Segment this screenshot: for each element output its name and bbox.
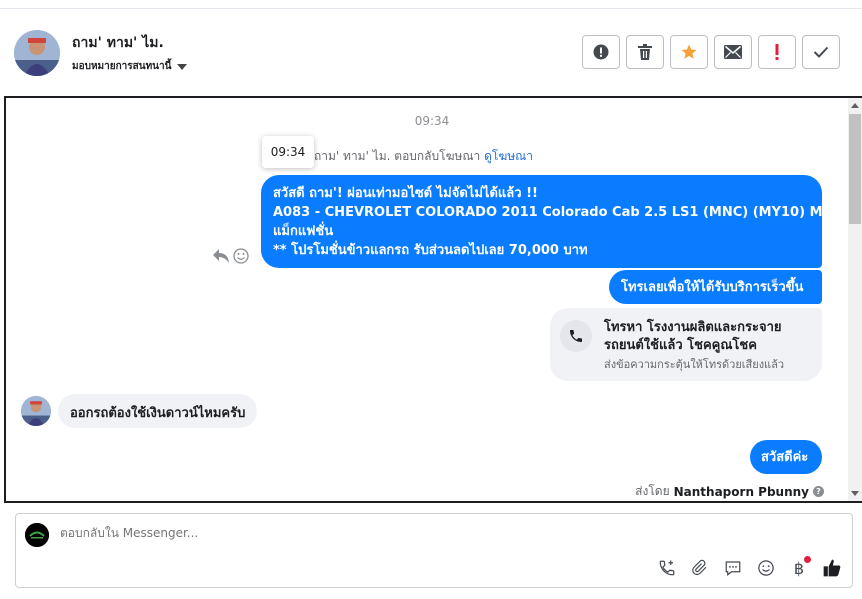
notification-dot bbox=[804, 556, 811, 563]
trash-icon bbox=[638, 44, 652, 60]
outgoing-reply-message[interactable]: สวัสดีค่ะ bbox=[750, 440, 822, 474]
smiley-icon bbox=[758, 560, 774, 576]
scroll-up-arrow-icon[interactable] bbox=[851, 103, 859, 108]
page-logo-icon bbox=[25, 523, 49, 547]
check-icon bbox=[813, 46, 829, 58]
spam-icon bbox=[593, 44, 609, 60]
payment-button[interactable]: ฿ bbox=[787, 556, 811, 580]
thumbs-up-icon bbox=[823, 559, 841, 577]
assign-label: มอบหมายการสนทนานี้ bbox=[72, 61, 172, 72]
time-separator: 09:34 bbox=[414, 114, 450, 128]
attach-button[interactable] bbox=[688, 556, 712, 580]
incoming-message[interactable]: ออกรถต้องใช้เงินดาวน์ไหมครับ bbox=[58, 394, 258, 428]
call-prompt-card[interactable]: โทรหา โรงงานผลิตและกระจายรถยนต์ใช้แล้ว โ… bbox=[550, 308, 822, 381]
help-icon[interactable]: ? bbox=[813, 486, 824, 497]
contact-avatar[interactable] bbox=[14, 30, 60, 76]
contact-name[interactable]: ถาม' ทาม' ไม. bbox=[72, 32, 164, 54]
ad-reply-note: ถาม' ทาม' ไม. ตอบกลับโฆษณา ดูโฆษณา bbox=[314, 147, 533, 166]
conversation-header: ถาม' ทาม' ไม. มอบหมายการสนทนานี้ bbox=[0, 9, 862, 95]
baht-icon: ฿ bbox=[793, 558, 805, 578]
paperclip-icon bbox=[692, 559, 707, 576]
ad-reply-text: ถาม' ทาม' ไม. ตอบกลับโฆษณา bbox=[314, 149, 481, 163]
message-thread[interactable]: 09:34 ถาม' ทาม' ไม. ตอบกลับโฆษณา ดูโฆษณา… bbox=[4, 96, 862, 503]
thread-scrollbar[interactable] bbox=[848, 98, 862, 501]
message-line: ** โปรโมชั่นข้าวแลกรถ รับส่วนลดไปเลย 70,… bbox=[273, 243, 588, 258]
add-call-button[interactable] bbox=[655, 556, 679, 580]
phone-icon bbox=[560, 320, 592, 352]
outgoing-ad-message[interactable]: สวัสดี ถาม'! ผ่อนเท่ามอไซต์ ไม่จัดไม่ได้… bbox=[261, 175, 862, 268]
sent-by-label: ส่งโดย bbox=[635, 484, 670, 498]
next-message-bubble-edge bbox=[788, 501, 824, 503]
message-line: A083 - CHEVROLET COLORADO 2011 Colorado … bbox=[273, 205, 862, 220]
caret-down-icon bbox=[177, 63, 188, 70]
assign-conversation-dropdown[interactable]: มอบหมายการสนทนานี้ bbox=[72, 59, 188, 74]
scroll-thumb[interactable] bbox=[849, 114, 861, 224]
sender-avatar[interactable] bbox=[21, 396, 51, 426]
chat-bubble-icon bbox=[725, 561, 741, 576]
mark-done-button[interactable] bbox=[802, 35, 840, 69]
call-card-subtitle: ส่งข้อความกระตุ้นให้โทรด้วยเสียงแล้ว bbox=[604, 358, 785, 371]
mail-icon bbox=[724, 45, 742, 59]
mark-unread-button[interactable] bbox=[714, 35, 752, 69]
call-card-title: โทรหา โรงงานผลิตและกระจายรถยนต์ใช้แล้ว โ… bbox=[604, 320, 782, 353]
phone-plus-icon bbox=[659, 560, 675, 576]
scroll-down-arrow-icon[interactable] bbox=[851, 491, 859, 496]
sent-by-note: ส่งโดย Nanthaporn Pbunny ? bbox=[635, 482, 824, 501]
reply-input[interactable] bbox=[60, 526, 660, 540]
star-icon bbox=[681, 44, 697, 59]
timestamp-tooltip: 09:34 bbox=[262, 136, 314, 168]
exclamation-icon bbox=[775, 44, 779, 60]
delete-button[interactable] bbox=[626, 35, 664, 69]
like-button[interactable] bbox=[820, 556, 844, 580]
saved-replies-button[interactable] bbox=[721, 556, 745, 580]
react-smiley-icon[interactable] bbox=[233, 248, 249, 264]
conversation-toolbar bbox=[582, 35, 840, 69]
follow-up-button[interactable] bbox=[758, 35, 796, 69]
reply-icon[interactable] bbox=[213, 249, 229, 263]
spam-button[interactable] bbox=[582, 35, 620, 69]
outgoing-cta-message[interactable]: โทรเลยเพื่อให้ได้รับบริการเร็วขึ้น bbox=[609, 270, 822, 304]
message-actions bbox=[213, 248, 249, 264]
composer-toolbar: ฿ bbox=[655, 556, 844, 580]
view-ad-link[interactable]: ดูโฆษณา bbox=[484, 149, 533, 163]
star-button[interactable] bbox=[670, 35, 708, 69]
sent-by-name: Nanthaporn Pbunny bbox=[673, 484, 809, 499]
message-line: สวัสดี ถาม'! ผ่อนเท่ามอไซต์ ไม่จัดไม่ได้… bbox=[273, 186, 538, 201]
message-composer: ฿ bbox=[15, 513, 853, 588]
emoji-button[interactable] bbox=[754, 556, 778, 580]
message-line: แม็กแฟชั่น bbox=[273, 224, 334, 239]
